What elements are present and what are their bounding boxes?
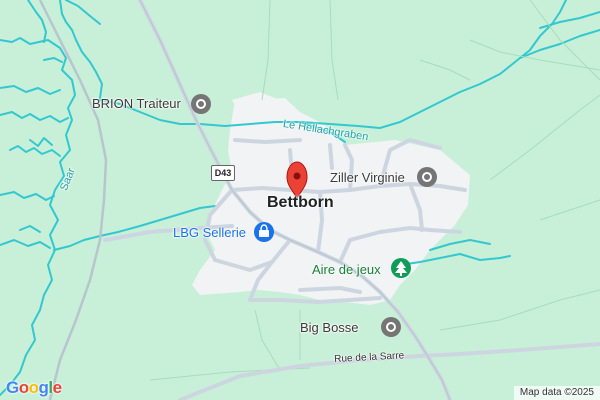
poi-label-lbg-sellerie[interactable]: LBG Sellerie <box>173 225 246 240</box>
poi-label-ziller-virginie[interactable]: Ziller Virginie <box>330 170 405 185</box>
shopping-bag-icon[interactable] <box>254 222 274 242</box>
town-label: Bettborn <box>267 194 334 211</box>
road-shield-d43: D43 <box>211 165 235 181</box>
google-logo: Google <box>6 378 62 398</box>
tree-icon[interactable] <box>391 258 411 278</box>
poi-brion-traiteur-icon[interactable] <box>191 94 211 114</box>
google-logo-g2: g <box>38 378 49 397</box>
google-logo-o2: o <box>28 378 39 397</box>
poi-label-aire-de-jeux[interactable]: Aire de jeux <box>312 262 381 277</box>
poi-label-brion-traiteur[interactable]: BRION Traiteur <box>92 96 181 111</box>
google-logo-o1: o <box>18 378 29 397</box>
poi-ziller-virginie-icon[interactable] <box>417 167 437 187</box>
poi-label-big-bosse[interactable]: Big Bosse <box>300 320 359 335</box>
google-logo-e: e <box>52 378 62 397</box>
map-attribution[interactable]: Map data ©2025 <box>513 386 600 400</box>
google-logo-g1: G <box>6 378 19 397</box>
poi-big-bosse-icon[interactable] <box>381 317 401 337</box>
